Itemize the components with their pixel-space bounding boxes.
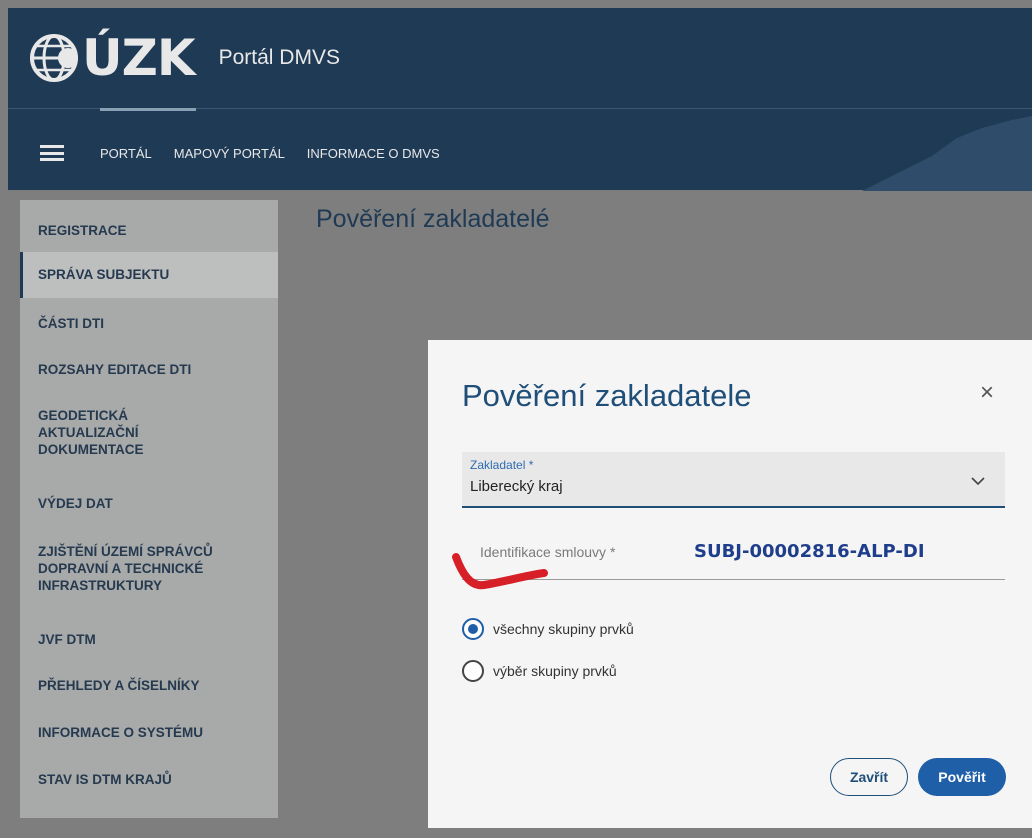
sidebar-item-prehledy-a-ciselniky[interactable]: PŘEHLEDY A ČÍSELNÍKY [20,677,278,694]
app-title: Portál DMVS [218,46,340,69]
close-icon[interactable]: × [974,380,1000,406]
zakladatel-select[interactable]: Zakladatel * Liberecký kraj [462,452,1005,508]
red-annotation-mark [452,553,548,590]
radio-label-vsechny: všechny skupiny prvků [493,621,634,637]
cuzk-globe-logo [28,32,80,84]
zavrit-button[interactable]: Zavřít [830,758,908,796]
active-tab-indicator [100,108,196,111]
radio-label-vyber: výběr skupiny prvků [493,663,617,679]
app-header: ÚZK Portál DMVS PORTÁL MAPOVÝ PORTÁL INF… [8,8,1032,191]
chevron-down-icon[interactable] [967,470,989,492]
nav-mapovy-portal[interactable]: MAPOVÝ PORTÁL [174,146,285,161]
radio-vyber-skupiny-prvku[interactable]: výběr skupiny prvků [462,660,617,682]
radio-checked-icon [462,618,484,640]
logo-text: ÚZK [82,29,196,87]
nav-portal[interactable]: PORTÁL [100,146,152,161]
sidebar-item-zjisteni-uzemi-spravcu[interactable]: ZJIŠTĚNÍ ÚZEMÍ SPRÁVCŮ DOPRAVNÍ A TECHNI… [20,543,278,594]
identifikace-smlouvy-value: SUBJ-00002816-ALP-DI [694,541,925,562]
zakladatel-label: Zakladatel * [470,458,534,472]
header-decoration [862,116,1032,191]
menu-icon[interactable] [40,145,64,161]
sidebar-item-rozsahy-editace-dti[interactable]: ROZSAHY EDITACE DTI [20,361,278,378]
sidebar-item-casti-dti[interactable]: ČÁSTI DTI [20,315,278,332]
main-nav: PORTÁL MAPOVÝ PORTÁL INFORMACE O DMVS [8,138,440,168]
nav-informace-o-dmvs[interactable]: INFORMACE O DMVS [307,146,440,161]
radio-vsechny-skupiny-prvku[interactable]: všechny skupiny prvků [462,618,634,640]
sidebar: REGISTRACE SPRÁVA SUBJEKTU ČÁSTI DTI ROZ… [20,200,278,818]
zakladatel-value: Liberecký kraj [470,478,563,495]
poverit-button[interactable]: Pověřit [918,758,1006,796]
brand[interactable]: ÚZK Portál DMVS [28,28,340,88]
dialog-title: Pověření zakladatele [462,378,752,413]
sidebar-item-sprava-subjektu[interactable]: SPRÁVA SUBJEKTU [20,252,278,298]
povereni-zakladatele-dialog: Pověření zakladatele × Zakladatel * Libe… [428,340,1032,828]
sidebar-item-informace-o-systemu[interactable]: INFORMACE O SYSTÉMU [20,724,278,741]
sidebar-item-vydej-dat[interactable]: VÝDEJ DAT [20,495,278,512]
sidebar-item-geodeticka-aktualizacni-dokumentace[interactable]: GEODETICKÁ AKTUALIZAČNÍ DOKUMENTACE [20,407,278,458]
page-title: Pověření zakladatelé [316,205,550,233]
sidebar-item-stav-is-dtm-kraju[interactable]: STAV IS DTM KRAJŮ [20,771,278,788]
sidebar-item-registrace[interactable]: REGISTRACE [20,222,278,239]
radio-unchecked-icon [462,660,484,682]
sidebar-item-jvf-dtm[interactable]: JVF DTM [20,631,278,648]
